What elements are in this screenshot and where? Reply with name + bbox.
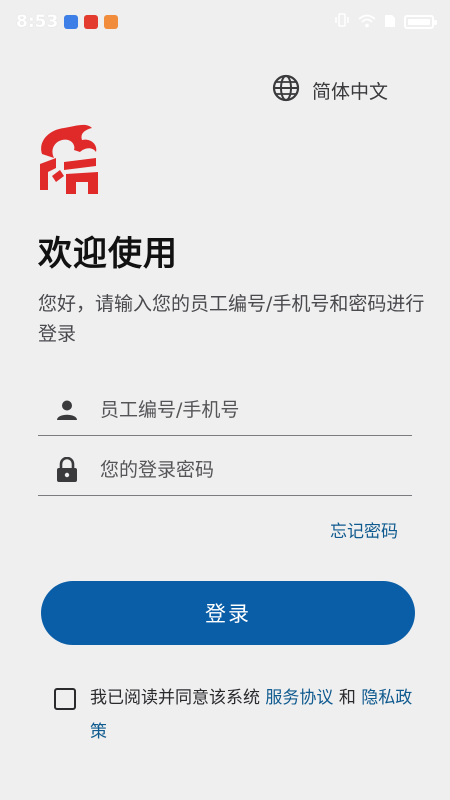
app-logo xyxy=(34,120,104,196)
agreement-conjunction: 和 xyxy=(338,688,356,708)
status-left: 8:53 xyxy=(16,12,119,32)
agreement-prefix: 我已阅读并同意该系统 xyxy=(90,688,260,708)
lock-icon xyxy=(54,456,80,483)
language-switch[interactable]: 简体中文 xyxy=(272,74,388,106)
language-label: 简体中文 xyxy=(311,80,388,103)
login-button[interactable]: 登录 xyxy=(41,581,415,645)
status-bar: 8:53 xyxy=(0,0,450,44)
forgot-password-link[interactable]: 忘记密码 xyxy=(330,517,398,542)
agreement-checkbox[interactable] xyxy=(54,688,76,710)
service-agreement-link[interactable]: 服务协议 xyxy=(265,688,333,708)
password-field[interactable] xyxy=(38,444,412,496)
person-icon xyxy=(54,397,80,423)
globe-icon xyxy=(272,74,300,106)
app-notification-icon xyxy=(84,15,99,29)
usb-notification-icon xyxy=(64,15,79,29)
password-input[interactable] xyxy=(100,458,412,481)
sim-icon xyxy=(384,13,396,32)
welcome-subtitle: 您好，请输入您的员工编号/手机号和密码进行登录 xyxy=(38,293,425,345)
status-time: 8:53 xyxy=(16,12,59,32)
vibrate-icon xyxy=(334,12,350,32)
account-field[interactable] xyxy=(38,384,412,436)
welcome-title: 欢迎使用 xyxy=(38,234,178,274)
status-right xyxy=(334,12,437,32)
battery-icon xyxy=(404,15,437,29)
message-notification-icon xyxy=(104,15,119,29)
wifi-icon xyxy=(358,13,376,32)
agreement-text: 我已阅读并同意该系统 服务协议 和 隐私政策 xyxy=(90,681,420,749)
account-input[interactable] xyxy=(100,398,412,421)
